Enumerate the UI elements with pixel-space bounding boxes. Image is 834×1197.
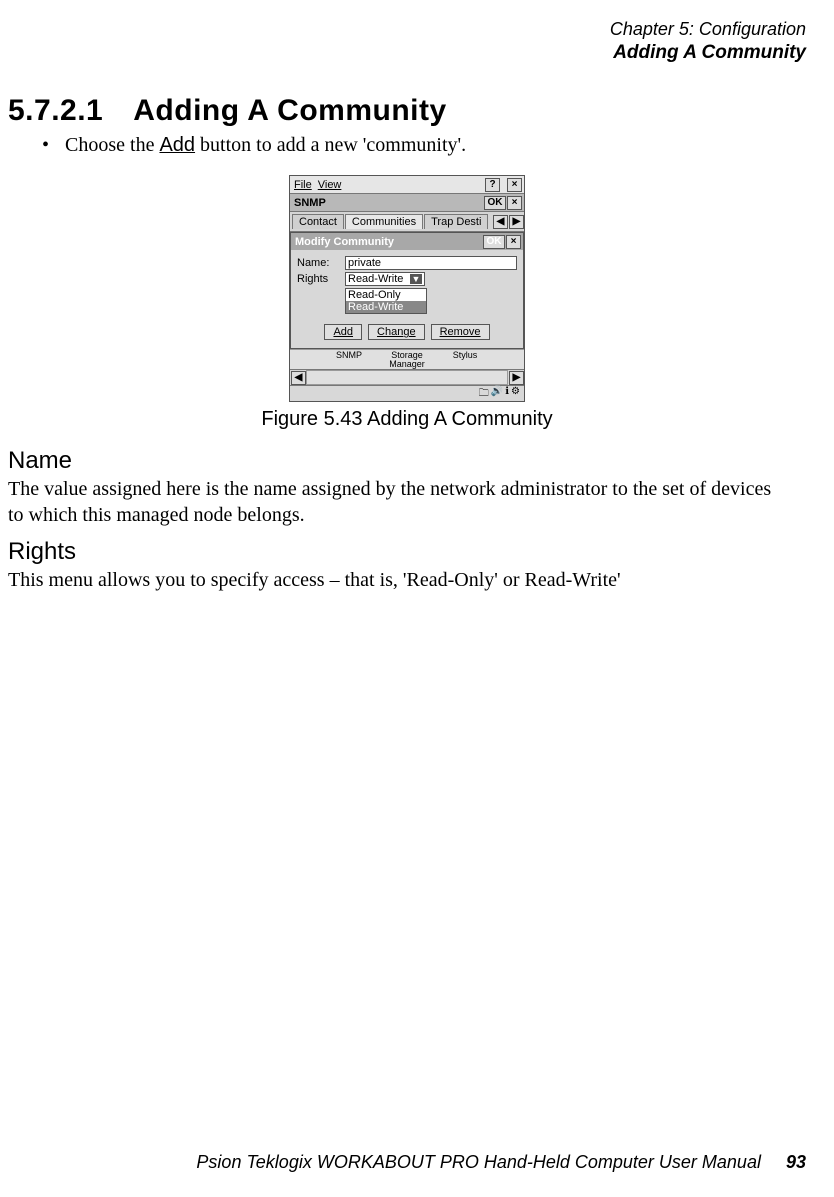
modify-close-button[interactable]: × bbox=[506, 235, 521, 249]
scrollbar-horizontal[interactable]: ◀ ▶ bbox=[290, 369, 524, 385]
bullet-pre: Choose the bbox=[65, 134, 159, 156]
tabs-left-icon[interactable]: ◀ bbox=[493, 215, 508, 229]
rights-paragraph: This menu allows you to specify access –… bbox=[8, 568, 788, 594]
scrollbar-track[interactable] bbox=[306, 370, 508, 385]
tray-icon: 🔊 bbox=[491, 386, 503, 401]
name-heading: Name bbox=[8, 447, 806, 475]
name-input[interactable] bbox=[345, 256, 517, 270]
tab-communities[interactable]: Communities bbox=[345, 214, 423, 229]
rights-heading: Rights bbox=[8, 538, 806, 566]
menubar: File View ? × bbox=[290, 176, 524, 194]
icon-snmp[interactable]: SNMP bbox=[323, 351, 375, 369]
snmp-ok-button[interactable]: OK bbox=[484, 196, 506, 210]
page-number: 93 bbox=[786, 1152, 806, 1172]
bullet-line: • Choose the Add button to add a new 'com… bbox=[42, 134, 806, 157]
rights-option-rw[interactable]: Read-Write bbox=[346, 301, 426, 313]
tray-icon: ℹ bbox=[505, 386, 509, 401]
snmp-title: SNMP bbox=[294, 197, 326, 209]
scroll-left-icon[interactable]: ◀ bbox=[291, 371, 306, 385]
button-row: Add Change Remove bbox=[297, 324, 517, 340]
icon-storage[interactable]: Storage Manager bbox=[381, 351, 433, 369]
bullet-dot-icon: • bbox=[42, 134, 49, 156]
change-button[interactable]: Change bbox=[368, 324, 425, 340]
scroll-right-icon[interactable]: ▶ bbox=[509, 371, 524, 385]
chapter-subtitle: Adding A Community bbox=[8, 41, 806, 65]
menu-file[interactable]: File bbox=[294, 179, 312, 191]
modify-title: Modify Community bbox=[295, 236, 394, 248]
bullet-post: button to add a new 'community'. bbox=[195, 134, 466, 156]
bullet-add-word: Add bbox=[159, 134, 195, 156]
screenshot: File View ? × SNMP OK × Contact Communit… bbox=[289, 175, 525, 402]
modify-ok-button[interactable]: OK bbox=[483, 235, 505, 249]
footer-text: Psion Teklogix WORKABOUT PRO Hand-Held C… bbox=[196, 1152, 761, 1172]
section-heading: 5.7.2.1 Adding A Community bbox=[8, 94, 806, 128]
tabs-row: Contact Communities Trap Desti ◀ ▶ bbox=[290, 212, 524, 232]
section-number: 5.7.2.1 bbox=[8, 94, 103, 127]
modify-titlebar: Modify Community OK × bbox=[290, 232, 524, 250]
tray-icon: 🗀 bbox=[479, 386, 489, 401]
tab-contact[interactable]: Contact bbox=[292, 214, 344, 229]
rights-options: Read-Only Read-Write bbox=[345, 288, 427, 314]
snmp-close-button[interactable]: × bbox=[507, 196, 522, 210]
close-button[interactable]: × bbox=[507, 178, 522, 192]
chevron-down-icon: ▼ bbox=[410, 274, 422, 284]
chapter-line: Chapter 5: Configuration bbox=[8, 18, 806, 41]
icon-row: SNMP Storage Manager Stylus bbox=[290, 349, 524, 369]
help-button[interactable]: ? bbox=[485, 178, 500, 192]
menu-view[interactable]: View bbox=[318, 179, 342, 191]
page-footer: Psion Teklogix WORKABOUT PRO Hand-Held C… bbox=[196, 1152, 806, 1173]
name-label: Name: bbox=[297, 257, 345, 269]
modify-body: Name: Rights Read-Write ▼ Read-Only Read… bbox=[290, 250, 524, 349]
page-header: Chapter 5: Configuration Adding A Commun… bbox=[8, 18, 806, 64]
section-title: Adding A Community bbox=[133, 94, 446, 127]
rights-option-ro[interactable]: Read-Only bbox=[346, 289, 426, 301]
tray-icon: ⚙ bbox=[511, 386, 520, 401]
tabs-right-icon[interactable]: ▶ bbox=[509, 215, 524, 229]
rights-label: Rights bbox=[297, 273, 345, 285]
snmp-titlebar: SNMP OK × bbox=[290, 194, 524, 212]
name-paragraph: The value assigned here is the name assi… bbox=[8, 477, 788, 528]
add-button[interactable]: Add bbox=[324, 324, 362, 340]
taskbar: 🗀 🔊 ℹ ⚙ bbox=[290, 385, 524, 401]
rights-dropdown[interactable]: Read-Write ▼ bbox=[345, 272, 425, 286]
icon-stylus[interactable]: Stylus bbox=[439, 351, 491, 369]
tab-trap[interactable]: Trap Desti bbox=[424, 214, 488, 229]
remove-button[interactable]: Remove bbox=[431, 324, 490, 340]
rights-value: Read-Write bbox=[348, 273, 403, 285]
figure-caption: Figure 5.43 Adding A Community bbox=[8, 408, 806, 431]
